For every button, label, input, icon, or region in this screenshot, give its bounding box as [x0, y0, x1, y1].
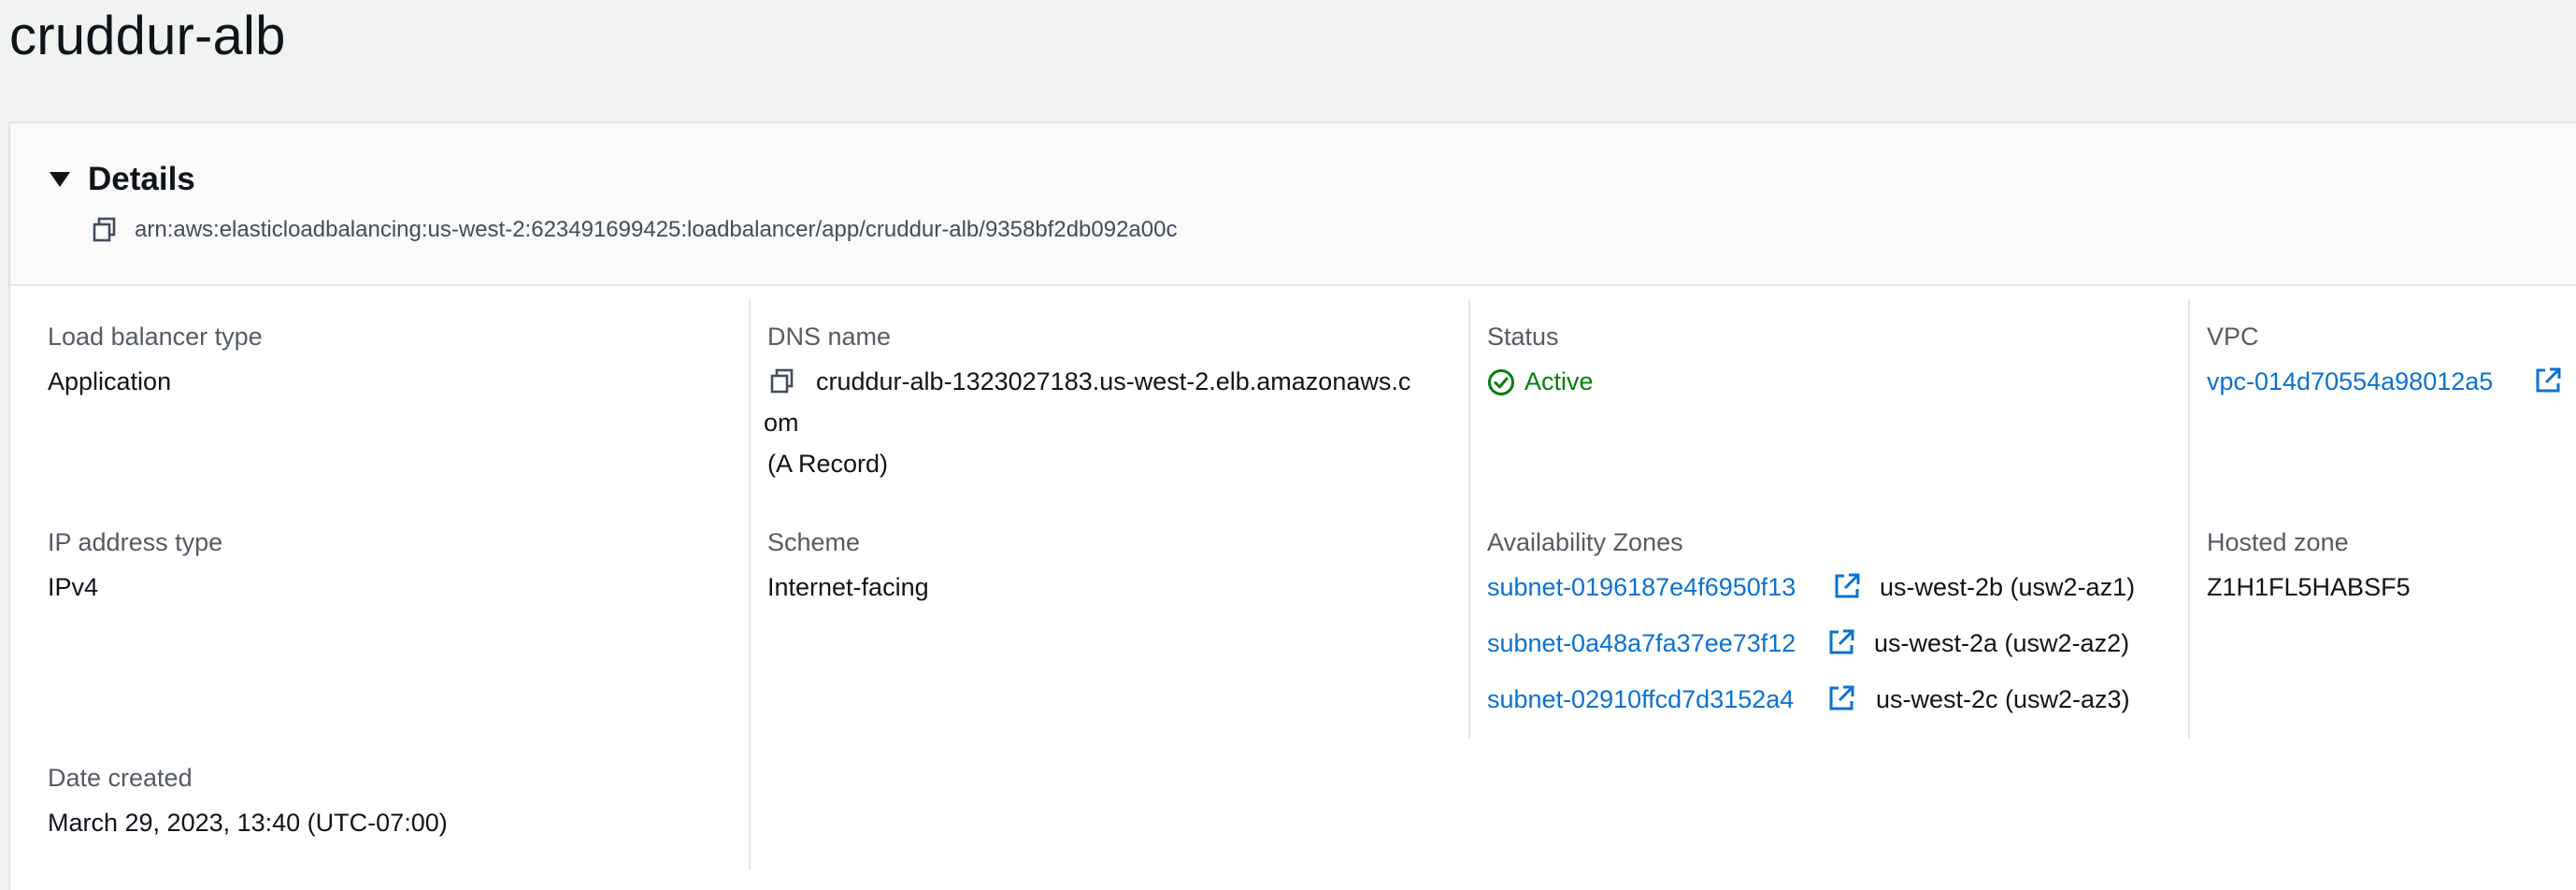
dns-name-label: DNS name — [767, 323, 892, 351]
dns-name-value: cruddur-alb-1323027183.us-west-2.elb.ama… — [816, 367, 1411, 395]
details-header: Details arn:aws:elasticloadbalancing:us-… — [10, 123, 2576, 286]
status-label: Status — [1487, 323, 1559, 351]
load-balancer-type-value: Application — [48, 367, 172, 395]
arn-text: arn:aws:elasticloadbalancing:us-west-2:6… — [135, 217, 1178, 242]
date-created-value: March 29, 2023, 13:40 (UTC-07:00) — [48, 809, 448, 837]
details-heading[interactable]: Details — [88, 159, 195, 200]
column-divider — [749, 299, 751, 869]
status-value: Active — [1524, 367, 1594, 395]
vpc-label: VPC — [2207, 323, 2259, 351]
page-title: cruddur-alb — [9, 6, 286, 66]
date-created-label: Date created — [48, 764, 193, 792]
availability-zones-label: Availability Zones — [1487, 528, 1683, 556]
details-panel: Details arn:aws:elasticloadbalancing:us-… — [8, 122, 2576, 890]
load-balancer-type-label: Load balancer type — [48, 323, 263, 351]
dns-record-type: (A Record) — [767, 450, 889, 478]
copy-icon[interactable] — [93, 217, 117, 243]
copy-icon[interactable] — [770, 368, 794, 395]
vpc-link[interactable]: vpc-014d70554a98012a5 — [2207, 365, 2493, 398]
hosted-zone-value: Z1H1FL5HABSF5 — [2207, 573, 2411, 601]
hosted-zone-label: Hosted zone — [2207, 528, 2349, 556]
availability-zone-value: us-west-2c (usw2-az3) — [1876, 685, 2130, 713]
caret-down-icon[interactable] — [50, 172, 70, 187]
subnet-link[interactable]: subnet-0196187e4f6950f13 — [1487, 570, 1796, 604]
status-positive-icon — [1487, 368, 1515, 396]
external-link-icon[interactable] — [1827, 684, 1855, 712]
ip-address-type-label: IP address type — [48, 528, 223, 556]
dns-name-value-continued: om — [764, 409, 799, 437]
external-link-icon[interactable] — [1833, 572, 1861, 600]
ip-address-type-value: IPv4 — [48, 573, 99, 601]
subnet-link[interactable]: subnet-0a48a7fa37ee73f12 — [1487, 626, 1796, 660]
column-divider — [1468, 299, 1470, 739]
scheme-label: Scheme — [767, 528, 861, 556]
scheme-value: Internet-facing — [767, 573, 929, 601]
column-divider — [2188, 299, 2190, 739]
external-link-icon[interactable] — [1827, 628, 1855, 656]
external-link-icon[interactable] — [2534, 366, 2562, 395]
availability-zone-value: us-west-2b (usw2-az1) — [1880, 573, 2136, 601]
availability-zone-value: us-west-2a (usw2-az2) — [1874, 629, 2130, 657]
subnet-link[interactable]: subnet-02910ffcd7d3152a4 — [1487, 682, 1794, 716]
